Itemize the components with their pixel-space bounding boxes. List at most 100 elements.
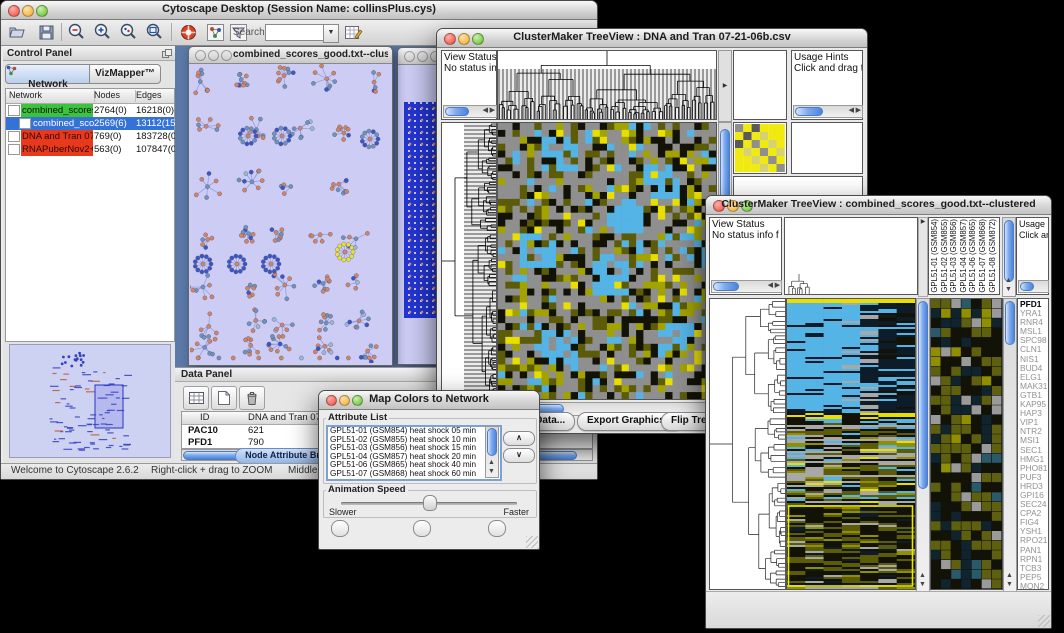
birdseye-canvas <box>10 345 170 457</box>
save-icon[interactable] <box>35 22 57 42</box>
tv2-zoom-vscrollbar[interactable]: ▲▼ <box>1003 298 1017 592</box>
tv1-row-dendrogram[interactable] <box>441 122 497 400</box>
new-attribute-icon[interactable] <box>211 386 237 410</box>
treeview2-body: View StatusNo status info f ◀▶ ▶ GPL51-0… <box>706 215 1051 628</box>
network-edges-count: 16218(0) <box>136 104 174 117</box>
resize-grip[interactable] <box>526 536 538 548</box>
tv1-status-scrollbar[interactable]: ◀▶ <box>443 105 497 118</box>
attribute-select-icon[interactable] <box>183 386 209 410</box>
dialog-button[interactable] <box>488 520 506 537</box>
network-edges-count: 183728(0) <box>136 130 179 143</box>
move-up-button[interactable]: ∧ <box>503 431 535 446</box>
treeview2-window: ClusterMaker TreeView : combined_scores_… <box>705 195 1052 629</box>
dialog-button[interactable] <box>331 520 349 537</box>
gene-label[interactable]: MON2 <box>1020 582 1046 591</box>
network-tree-row[interactable]: combined_sco 2569(6) 13112(15) <box>6 117 174 130</box>
float-panel-icon[interactable] <box>162 49 172 58</box>
zoom-selected-icon[interactable] <box>117 22 139 42</box>
birdseye-view[interactable] <box>9 344 171 458</box>
tv1-hints-scrollbar[interactable]: ◀▶ <box>793 105 863 118</box>
experiment-column-label[interactable]: GPL51-02 (GSM855) <box>940 219 950 293</box>
network-name: combined_scores <box>21 104 93 117</box>
dialog-titlebar[interactable]: Map Colors to Network <box>319 391 539 410</box>
tv2-row-dendrogram[interactable] <box>709 298 786 590</box>
tv1-heatmap[interactable] <box>497 122 717 400</box>
desktop: Cytoscape Desktop (Session Name: collins… <box>0 0 1064 633</box>
tv2-heatmap-vscrollbar[interactable]: ▲▼ <box>916 298 930 592</box>
control-panel: Control Panel Network VizMapper™ ▶ Netwo… <box>3 46 176 463</box>
tv1-similarity-matrix[interactable] <box>733 122 787 174</box>
network-nodes-count: 769(0) <box>94 130 121 143</box>
status-zoom-hint: Right-click + drag to ZOOM <box>151 465 272 476</box>
attribute-list-label: Attribute List <box>326 412 389 423</box>
experiment-column-label[interactable]: GPL51-03 (GSM856) <box>949 219 959 293</box>
search-dropdown-button[interactable]: ▼ <box>323 24 339 43</box>
zoom-fit-icon[interactable] <box>143 22 165 42</box>
resize-grip[interactable] <box>1038 615 1050 627</box>
tv2-labels-vscrollbar[interactable]: ▲▼ <box>1002 217 1016 297</box>
tv2-usage-hints-panel: Usage HiClick and <box>1016 217 1049 295</box>
tv1-column-dendrogram[interactable] <box>497 50 717 120</box>
slower-label: Slower <box>329 507 357 517</box>
tab-network[interactable]: Network <box>5 64 91 84</box>
zoom-out-icon[interactable] <box>65 22 87 42</box>
animation-speed-slider-thumb[interactable] <box>423 495 437 511</box>
close-icon[interactable] <box>195 50 206 61</box>
help-icon[interactable] <box>177 22 199 42</box>
status-welcome: Welcome to Cytoscape 2.6.2 <box>11 465 139 476</box>
tv2-status-scrollbar[interactable]: ◀▶ <box>711 280 782 293</box>
network-name: combined_sco <box>32 117 95 130</box>
move-down-button[interactable]: ∨ <box>503 448 535 463</box>
main-window-title: Cytoscape Desktop (Session Name: collins… <box>1 3 597 15</box>
vizmapper-icon[interactable] <box>204 22 226 42</box>
open-icon[interactable] <box>7 22 29 42</box>
tv1-column-labels <box>733 50 787 120</box>
network-name: DNA and Tran 07 <box>21 130 93 143</box>
attribute-list-scrollbar[interactable]: ▲▼ <box>485 426 499 478</box>
network-table-header[interactable]: Network Nodes Edges <box>6 89 174 104</box>
network-window-title: combined_scores_good.txt--cluste... <box>233 49 388 60</box>
tv2-heatmap[interactable] <box>786 298 916 590</box>
faster-label: Faster <box>503 507 529 517</box>
dialog-title: Map Colors to Network <box>319 393 539 405</box>
network-tree-row[interactable]: combined_scores 2764(0) 16218(0) <box>6 104 174 117</box>
map-colors-dialog: Map Colors to Network Attribute List GPL… <box>318 390 540 550</box>
tab-vizmapper[interactable]: VizMapper™ <box>89 64 161 84</box>
tv2-column-splitter[interactable]: ▶ <box>918 217 928 297</box>
search-label: Search: <box>233 27 267 38</box>
network-nodes-count: 563(0) <box>94 143 121 156</box>
tv2-column-dendrogram[interactable] <box>784 217 918 295</box>
network-window-clustered[interactable]: combined_scores_good.txt--cluste... <box>188 46 393 366</box>
dialog-button[interactable] <box>413 520 431 537</box>
tv1-usage-hints-panel: Usage HintsClick and drag tc ◀▶ <box>791 50 863 120</box>
main-titlebar[interactable]: Cytoscape Desktop (Session Name: collins… <box>1 1 597 20</box>
tv2-view-status-panel: View StatusNo status info f ◀▶ <box>709 217 782 295</box>
treeview1-titlebar[interactable]: ClusterMaker TreeView : DNA and Tran 07-… <box>437 29 867 48</box>
treeview2-title: ClusterMaker TreeView : combined_scores_… <box>706 198 1051 210</box>
zoom-in-icon[interactable] <box>91 22 113 42</box>
network-window-titlebar[interactable]: combined_scores_good.txt--cluste... <box>189 47 392 64</box>
tv2-hints-scrollbar[interactable] <box>1018 280 1049 293</box>
experiment-column-label[interactable]: GPL51-06 (GSM865) <box>968 219 978 293</box>
attribute-list-item[interactable]: GPL51-07 (GSM868) heat shock 60 min <box>328 470 500 479</box>
minimize-icon[interactable] <box>208 50 219 61</box>
experiment-column-label[interactable]: GPL51-07 (GSM868) <box>978 219 988 293</box>
network-file-icon <box>19 118 31 129</box>
table-edit-icon[interactable] <box>343 22 365 42</box>
network-canvas[interactable] <box>190 64 390 363</box>
network-tree-row[interactable]: DNA and Tran 07 769(0) 183728(0) <box>6 130 174 143</box>
zoom-icon[interactable] <box>221 50 232 61</box>
experiment-column-label[interactable]: GPL51-08 (GSM872) <box>988 219 998 293</box>
network-edges-count: 13112(15) <box>136 117 179 130</box>
network-nodes-count: 2764(0) <box>94 104 127 117</box>
search-input[interactable] <box>265 24 325 41</box>
tv1-matrix-row-labels <box>791 122 863 174</box>
network-tree-row[interactable]: RNAPuberNov2+| 563(0) 107847(0) <box>6 143 174 156</box>
experiment-column-label[interactable]: GPL51-01 (GSM854) <box>930 219 940 293</box>
tv1-column-splitter[interactable]: ▶ <box>718 50 732 122</box>
attribute-list[interactable]: GPL51-01 (GSM854) heat shock 05 minGPL51… <box>326 425 502 481</box>
experiment-column-label[interactable]: GPL51-04 (GSM857) <box>959 219 969 293</box>
treeview2-titlebar[interactable]: ClusterMaker TreeView : combined_scores_… <box>706 196 1051 215</box>
delete-attribute-icon[interactable] <box>239 386 265 410</box>
tv2-zoom-panel[interactable] <box>930 298 1003 590</box>
